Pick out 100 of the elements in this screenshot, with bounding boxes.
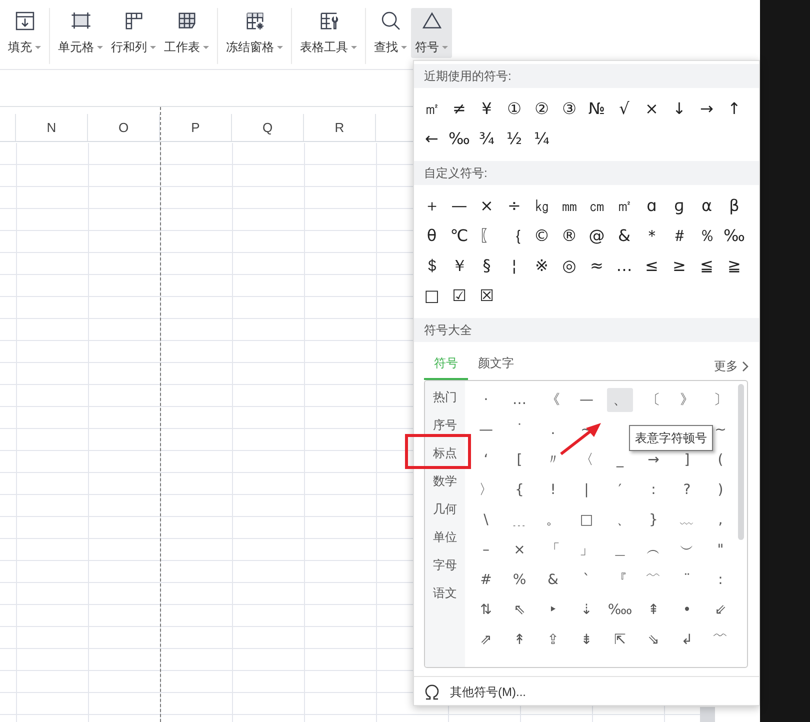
symbol-button[interactable]: ≈: [583, 251, 610, 281]
category-item[interactable]: 数学: [432, 473, 458, 489]
symbol-button[interactable]: ′: [607, 478, 633, 502]
symbol-button[interactable]: 〕: [708, 388, 734, 412]
symbol-button[interactable]: ?: [674, 478, 700, 502]
symbol-button[interactable]: •: [674, 598, 700, 622]
symbol-button[interactable]: ¼: [528, 124, 556, 154]
symbol-button[interactable]: ×: [473, 191, 500, 221]
symbol-button[interactable]: 『: [607, 568, 633, 592]
symbol-button[interactable]: !: [540, 478, 566, 502]
category-item[interactable]: 语文: [432, 585, 458, 601]
symbol-button[interactable]: →: [640, 448, 666, 472]
symbol-button[interactable]: ↓: [666, 94, 693, 124]
symbol-button[interactable]: ⇟: [574, 628, 600, 652]
symbol-button[interactable]: .: [540, 418, 566, 442]
symbol-button[interactable]: ×: [506, 538, 532, 562]
symbol-button[interactable]: :: [708, 568, 734, 592]
symbol-button[interactable]: }: [640, 508, 666, 532]
symbol-button[interactable]: \: [473, 508, 499, 532]
toolbar-button[interactable]: 单元格: [54, 8, 107, 58]
symbol-button[interactable]: #: [473, 568, 499, 592]
symbol-button[interactable]: ˙: [506, 418, 532, 442]
scrollbar[interactable]: [700, 707, 715, 722]
symbol-button[interactable]: ＊: [638, 221, 666, 251]
symbol-button[interactable]: ]: [674, 448, 700, 472]
symbol-button[interactable]: ‱: [607, 598, 633, 622]
symbol-button[interactable]: —: [473, 418, 499, 442]
symbol-button[interactable]: 〃: [540, 448, 566, 472]
toolbar-button[interactable]: 冻结窗格: [222, 8, 287, 58]
symbol-button[interactable]: ＄: [418, 251, 446, 281]
symbol-button[interactable]: ￥: [446, 251, 473, 281]
symbol-button[interactable]: `: [574, 568, 600, 592]
symbol-button[interactable]: 。: [540, 508, 566, 532]
more-link[interactable]: 更多: [714, 357, 749, 375]
symbol-button[interactable]: ℃: [446, 221, 473, 251]
symbol-button[interactable]: ﹌: [708, 628, 734, 652]
toolbar-button[interactable]: 行和列: [107, 8, 160, 58]
symbol-button[interactable]: α: [693, 191, 720, 221]
symbol-button[interactable]: 「: [540, 538, 566, 562]
symbol-button[interactable]: —: [446, 191, 473, 221]
symbol-button[interactable]: :: [640, 478, 666, 502]
category-item[interactable]: 字母: [432, 557, 458, 573]
symbol-button[interactable]: ③: [556, 94, 583, 124]
symbol-button[interactable]: ¨: [674, 568, 700, 592]
symbol-button[interactable]: →: [693, 94, 720, 124]
symbol-button[interactable]: ㎡: [610, 191, 638, 221]
symbol-button[interactable]: 」: [574, 538, 600, 562]
symbol-button[interactable]: 、: [607, 388, 633, 412]
symbol-button[interactable]: ≥: [666, 251, 693, 281]
symbol-button[interactable]: ·: [473, 388, 499, 412]
symbol-button[interactable]: 〖: [473, 221, 500, 251]
symbol-button[interactable]: ☒: [473, 281, 500, 311]
symbol-button[interactable]: ‘: [473, 448, 499, 472]
symbol-button[interactable]: 〉: [473, 478, 499, 502]
symbol-button[interactable]: ⇞: [640, 598, 666, 622]
category-item[interactable]: 热门: [432, 389, 458, 405]
scrollbar[interactable]: [738, 384, 744, 540]
symbol-button[interactable]: √: [610, 94, 638, 124]
symbol-button[interactable]: {: [506, 478, 532, 502]
symbol-button[interactable]: ,: [708, 508, 734, 532]
symbol-button[interactable]: …: [506, 388, 532, 412]
more-symbols-button[interactable]: 其他符号(M)...: [450, 683, 526, 701]
symbol-button[interactable]: ㎜: [556, 191, 583, 221]
symbol-button[interactable]: ¦: [500, 251, 528, 281]
category-item[interactable]: 单位: [432, 529, 458, 545]
symbol-button[interactable]: ⇗: [473, 628, 499, 652]
symbol-button[interactable]: ‣: [540, 598, 566, 622]
symbol-button[interactable]: ): [708, 478, 734, 502]
symbol-button[interactable]: ※: [528, 251, 556, 281]
symbol-button[interactable]: ‰: [720, 221, 748, 251]
symbol-button[interactable]: ◎: [556, 251, 583, 281]
column-header[interactable]: N: [16, 114, 88, 141]
symbol-button[interactable]: ¾: [473, 124, 500, 154]
symbol-button[interactable]: (: [708, 448, 734, 472]
symbol-button[interactable]: ≦: [693, 251, 720, 281]
symbol-button[interactable]: ＿: [607, 538, 633, 562]
symbol-button[interactable]: ÷: [500, 191, 528, 221]
symbol-button[interactable]: ㎡: [418, 94, 446, 124]
symbol-button[interactable]: ︶: [674, 538, 700, 562]
symbol-button[interactable]: ㎏: [528, 191, 556, 221]
symbol-button[interactable]: ﹑: [607, 508, 633, 532]
symbol-button[interactable]: ‰: [446, 124, 473, 154]
symbol-button[interactable]: ②: [528, 94, 556, 124]
symbol-button[interactable]: &: [540, 568, 566, 592]
column-header[interactable]: R: [304, 114, 376, 141]
symbol-button[interactable]: ⇘: [640, 628, 666, 652]
symbol-button[interactable]: ↑: [720, 94, 748, 124]
toolbar-button[interactable]: 查找: [370, 8, 411, 58]
column-header[interactable]: P: [160, 114, 232, 141]
symbol-button[interactable]: ⇙: [708, 598, 734, 622]
symbol-button[interactable]: 〔: [640, 388, 666, 412]
symbol-button[interactable]: [: [506, 448, 532, 472]
symbol-button[interactable]: ⇖: [506, 598, 532, 622]
symbol-button[interactable]: ×: [638, 94, 666, 124]
symbol-button[interactable]: §: [473, 251, 500, 281]
symbol-button[interactable]: θ: [418, 221, 446, 251]
symbol-button[interactable]: ﹋: [640, 568, 666, 592]
symbol-button[interactable]: —: [574, 388, 600, 412]
toolbar-button[interactable]: 表格工具: [296, 8, 361, 58]
column-header[interactable]: Q: [232, 114, 304, 141]
